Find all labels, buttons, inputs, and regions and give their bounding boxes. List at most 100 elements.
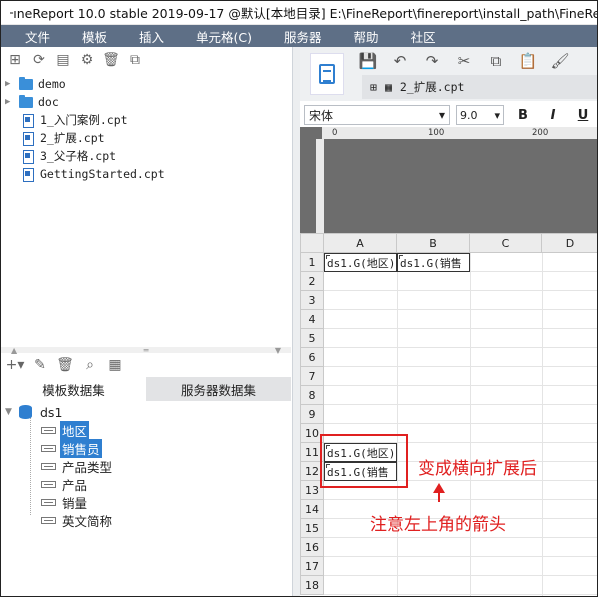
database-icon: [19, 405, 32, 419]
title-bar: FineReport 10.0 stable 2019-09-17 @默认[本地…: [1, 1, 597, 25]
preview-icon[interactable]: ⌕: [82, 357, 98, 373]
select-all-corner[interactable]: [300, 233, 324, 253]
menu-help[interactable]: 帮助: [354, 27, 379, 46]
dataset-field[interactable]: 英文简称: [1, 511, 291, 529]
dataset-field[interactable]: 销量: [1, 493, 291, 511]
cell-A1[interactable]: ds1.G(地区): [324, 253, 397, 272]
menu-community[interactable]: 社区: [411, 27, 436, 46]
tree-folder-doc[interactable]: ▶ doc: [1, 93, 291, 111]
new-folder-icon[interactable]: ⊞: [7, 52, 23, 68]
row-header[interactable]: 3: [300, 291, 324, 310]
menu-template[interactable]: 模板: [82, 27, 107, 46]
delete-icon[interactable]: 🗑: [102, 52, 120, 68]
dataset-field[interactable]: 产品类型: [1, 457, 291, 475]
document-tab[interactable]: ⊞ ▦ 2_扩展.cpt: [362, 75, 597, 99]
folder-icon: [19, 94, 33, 108]
tab-template-datasets[interactable]: 模板数据集: [1, 377, 146, 401]
cell-B1[interactable]: ds1.G(销售: [397, 253, 470, 272]
cell-value: ds1.G(地区): [327, 256, 396, 270]
folder-icon: [19, 76, 33, 90]
row-header[interactable]: 7: [300, 367, 324, 386]
vertical-splitter[interactable]: [293, 47, 300, 596]
gridline: [324, 556, 597, 557]
add-dataset-icon[interactable]: +▾: [6, 357, 25, 373]
copy-icon[interactable]: ⧉: [486, 51, 506, 71]
cpt-file-icon: [23, 168, 34, 182]
spreadsheet-grid[interactable]: A B C D 1 2 3 4 5 6 7 8 9 10 11 12 13 14 15 16 17 18 ds1.…: [300, 233, 597, 596]
settings-icon[interactable]: ⚙: [79, 52, 95, 68]
menu-server[interactable]: 服务器: [284, 27, 322, 46]
row-header[interactable]: 5: [300, 329, 324, 348]
italic-button[interactable]: I: [542, 108, 564, 123]
dataset-toolbar: +▾ ✎ 🗑 ⌕ ▦: [1, 353, 291, 377]
expand-arrow-icon[interactable]: ▶: [5, 97, 13, 107]
tree-folder-demo[interactable]: ▶ demo: [1, 75, 291, 93]
column-header[interactable]: C: [470, 233, 542, 253]
font-family-select[interactable]: 宋体 ▾: [304, 105, 450, 125]
row-header[interactable]: 14: [300, 500, 324, 519]
row-header[interactable]: 18: [300, 576, 324, 595]
bold-button[interactable]: B: [512, 108, 534, 123]
gridline: [324, 537, 597, 538]
dataset-root[interactable]: ▼ ds1: [1, 403, 291, 421]
font-size-select[interactable]: 9.0 ▾: [456, 105, 504, 125]
undo-icon[interactable]: ↶: [390, 51, 410, 71]
format-toolbar: 宋体 ▾ 9.0 ▾ B I U: [300, 103, 597, 127]
template-tree: ▶ demo ▶ doc 1_入门案例.cpt 2_扩展.cpt 3_父子格.c…: [1, 75, 291, 183]
row-header[interactable]: 17: [300, 557, 324, 576]
tree-file[interactable]: 2_扩展.cpt: [1, 129, 291, 147]
annotation-note: 注意左上角的箭头: [370, 515, 506, 535]
delete-icon[interactable]: 🗑: [56, 357, 74, 373]
expand-arrow-icon[interactable]: ▶: [5, 79, 13, 89]
grid-layout-icon[interactable]: ⊞: [370, 80, 377, 94]
redo-icon[interactable]: ↷: [422, 51, 442, 71]
tree-file[interactable]: 3_父子格.cpt: [1, 147, 291, 165]
tree-file[interactable]: 1_入门案例.cpt: [1, 111, 291, 129]
row-header[interactable]: 2: [300, 272, 324, 291]
tab-server-datasets[interactable]: 服务器数据集: [146, 377, 291, 401]
font-family-value: 宋体: [309, 108, 334, 123]
horizontal-ruler: 0 100 200: [322, 127, 597, 139]
row-header[interactable]: 1: [300, 253, 324, 272]
row-header[interactable]: 9: [300, 405, 324, 424]
column-header[interactable]: D: [542, 233, 597, 253]
menu-cell[interactable]: 单元格(C): [196, 27, 252, 46]
paste-icon[interactable]: 📋: [518, 51, 538, 71]
open-template-icon[interactable]: ▤: [55, 52, 71, 68]
tree-file[interactable]: GettingStarted.cpt: [1, 165, 291, 183]
row-header[interactable]: 15: [300, 519, 324, 538]
field-icon: [41, 516, 56, 524]
edit-icon[interactable]: ✎: [32, 357, 48, 373]
dataset-edit-icon[interactable]: ▦: [107, 357, 123, 373]
save-icon[interactable]: 💾: [358, 51, 378, 71]
field-icon: [41, 444, 56, 452]
template-properties-icon[interactable]: [310, 53, 344, 95]
row-header[interactable]: 16: [300, 538, 324, 557]
cell-value: ds1.G(销售: [400, 256, 462, 270]
field-label: 销量: [62, 495, 88, 511]
file-label: 2_扩展.cpt: [40, 131, 105, 145]
column-header[interactable]: A: [324, 233, 397, 253]
dataset-field[interactable]: 产品: [1, 475, 291, 493]
gridline: [324, 404, 597, 405]
underline-button[interactable]: U: [572, 108, 594, 123]
dataset-name: ds1: [40, 404, 63, 420]
gridline: [324, 328, 597, 329]
refresh-icon[interactable]: ⟳: [31, 52, 47, 68]
column-header[interactable]: B: [397, 233, 470, 253]
row-header[interactable]: 6: [300, 348, 324, 367]
copy-icon[interactable]: ⧉: [127, 52, 143, 68]
row-header[interactable]: 4: [300, 310, 324, 329]
menu-file[interactable]: 文件: [25, 27, 50, 46]
menu-insert[interactable]: 插入: [139, 27, 164, 46]
dataset-field[interactable]: 地区: [1, 420, 291, 440]
menu-bar: 文件 模板 插入 单元格(C) 服务器 帮助 社区: [1, 25, 597, 47]
dataset-tree: ▼ ds1 地区 销售员 产品类型 产品 销量 英文简称: [1, 403, 291, 529]
font-size-value: 9.0: [460, 108, 478, 122]
dataset-field[interactable]: 销售员: [1, 438, 291, 458]
cut-icon[interactable]: ✂: [454, 51, 474, 71]
collapse-arrow-icon[interactable]: ▼: [5, 407, 13, 417]
row-header[interactable]: 8: [300, 386, 324, 405]
format-painter-icon[interactable]: 🖌: [550, 51, 570, 71]
annotation-arrow-shaft: [438, 492, 440, 502]
